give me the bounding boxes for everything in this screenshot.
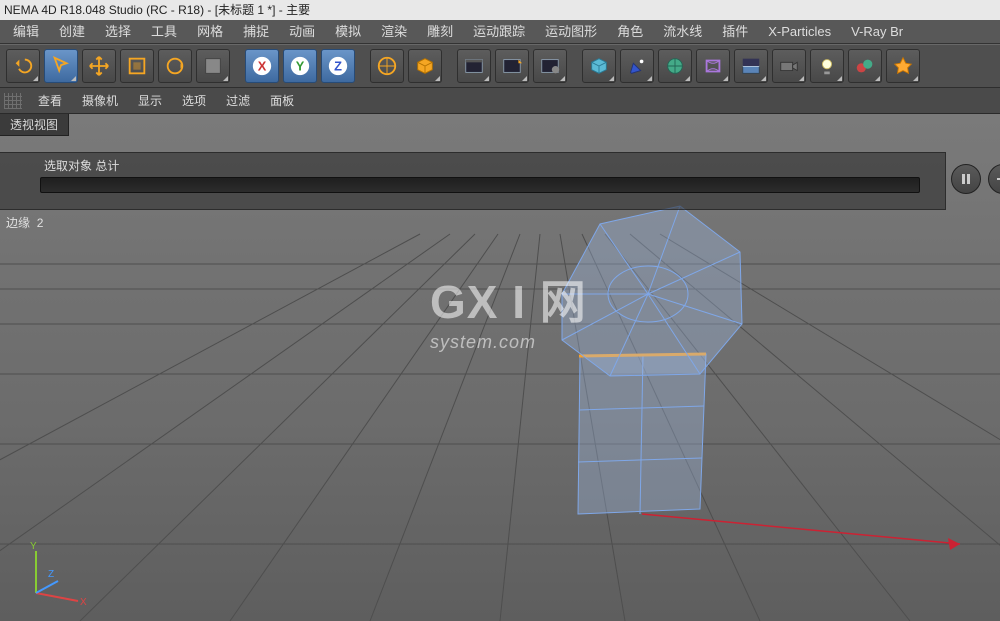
hud-slider[interactable] <box>40 177 920 193</box>
menu-vray[interactable]: V-Ray Br <box>842 20 912 44</box>
menu-sim[interactable]: 模拟 <box>326 20 370 44</box>
environment-button[interactable] <box>734 49 768 83</box>
menu-anim[interactable]: 动画 <box>280 20 324 44</box>
camera-button[interactable] <box>772 49 806 83</box>
menu-render[interactable]: 渲染 <box>372 20 416 44</box>
viewbar-view[interactable]: 查看 <box>30 92 70 109</box>
menu-pipeline[interactable]: 流水线 <box>654 20 711 44</box>
svg-text:Y: Y <box>30 541 37 552</box>
menu-plugins[interactable]: 插件 <box>713 20 757 44</box>
hud-label: 选取对象 总计 <box>40 157 935 174</box>
render-picture-button[interactable] <box>495 49 529 83</box>
coord-system-button[interactable] <box>370 49 404 83</box>
window-title: NEMA 4D R18.048 Studio (RC - R18) - [未标题… <box>4 3 310 17</box>
edge-label-text: 边缘 <box>6 216 30 230</box>
viewbar-filter[interactable]: 过滤 <box>218 92 258 109</box>
viewbar-options[interactable]: 选项 <box>174 92 214 109</box>
svg-text:Y: Y <box>296 59 305 74</box>
menu-track[interactable]: 运动跟踪 <box>464 20 534 44</box>
svg-text:Z: Z <box>334 59 342 74</box>
svg-text:X: X <box>80 597 87 608</box>
add-cube-button[interactable] <box>582 49 616 83</box>
cube-primitive-button[interactable] <box>408 49 442 83</box>
pen-tool-button[interactable] <box>620 49 654 83</box>
menu-select[interactable]: 选择 <box>96 20 140 44</box>
rotate-button[interactable] <box>158 49 192 83</box>
menu-xparticles[interactable]: X-Particles <box>759 20 840 44</box>
edge-count-value: 2 <box>37 216 44 230</box>
axis-x-button[interactable]: X <box>245 49 279 83</box>
menu-tools[interactable]: 工具 <box>142 20 186 44</box>
main-menubar: 编辑 创建 选择 工具 网格 捕捉 动画 模拟 渲染 雕刻 运动跟踪 运动图形 … <box>0 20 1000 44</box>
menu-mesh[interactable]: 网格 <box>188 20 232 44</box>
viewport-perspective[interactable]: 透视视图 选取对象 总计 边缘 2 GX I 网 system.com Y X … <box>0 114 1000 621</box>
main-toolbar: X Y Z <box>0 44 1000 88</box>
scene-button[interactable] <box>848 49 882 83</box>
viewport-menubar: 查看 摄像机 显示 选项 过滤 面板 <box>0 88 1000 114</box>
edge-count-label: 边缘 2 <box>6 214 43 231</box>
scale-button[interactable] <box>120 49 154 83</box>
watermark-line1: GX I 网 <box>430 266 587 332</box>
menu-edit[interactable]: 编辑 <box>4 20 48 44</box>
menu-sculpt[interactable]: 雕刻 <box>418 20 462 44</box>
render-view-button[interactable] <box>457 49 491 83</box>
light-button[interactable] <box>810 49 844 83</box>
watermark: GX I 网 system.com <box>430 266 587 353</box>
viewbar-camera[interactable]: 摄像机 <box>74 92 126 109</box>
window-titlebar: NEMA 4D R18.048 Studio (RC - R18) - [未标题… <box>0 0 1000 20</box>
recent-tools-button[interactable] <box>196 49 230 83</box>
move-button[interactable] <box>82 49 116 83</box>
viewport-tab[interactable]: 透视视图 <box>0 114 69 136</box>
subdiv-button[interactable] <box>658 49 692 83</box>
menu-create[interactable]: 创建 <box>50 20 94 44</box>
grid-icon <box>4 93 22 109</box>
selection-hud: 选取对象 总计 <box>0 152 946 210</box>
undo-button[interactable] <box>6 49 40 83</box>
deformer-button[interactable] <box>696 49 730 83</box>
svg-text:X: X <box>258 59 267 74</box>
mesh-object <box>562 206 742 514</box>
render-settings-button[interactable] <box>533 49 567 83</box>
axis-z-button[interactable]: Z <box>321 49 355 83</box>
watermark-line2: system.com <box>430 332 587 353</box>
axis-gizmo: Y X Z <box>18 541 88 611</box>
menu-mograph[interactable]: 运动图形 <box>536 20 606 44</box>
live-select-button[interactable] <box>44 49 78 83</box>
viewbar-display[interactable]: 显示 <box>130 92 170 109</box>
svg-text:Z: Z <box>48 569 54 580</box>
hud-pause-button[interactable] <box>951 164 981 194</box>
materials-button[interactable] <box>886 49 920 83</box>
menu-snap[interactable]: 捕捉 <box>234 20 278 44</box>
world-axis-x <box>642 514 960 544</box>
axis-y-button[interactable]: Y <box>283 49 317 83</box>
viewbar-panel[interactable]: 面板 <box>262 92 302 109</box>
menu-char[interactable]: 角色 <box>608 20 652 44</box>
